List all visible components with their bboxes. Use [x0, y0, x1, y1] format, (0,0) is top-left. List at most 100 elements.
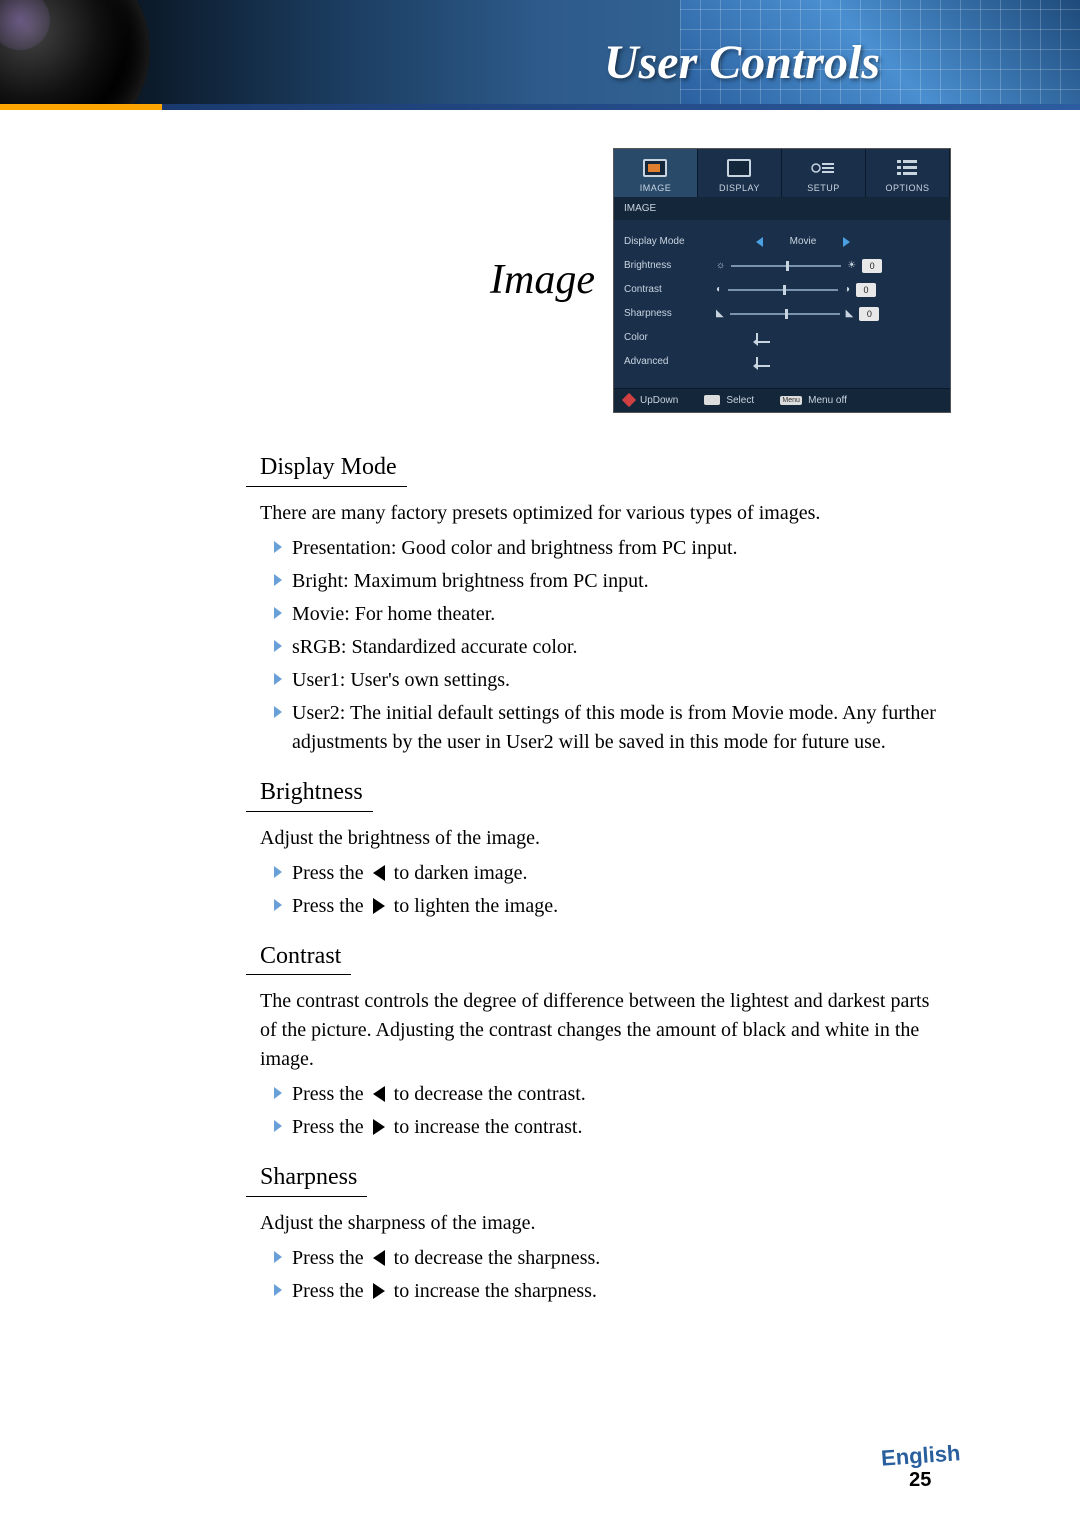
osd-footer: UpDown Select Menu Menu off — [614, 388, 950, 412]
enter-key-icon — [704, 395, 720, 405]
display-icon — [727, 159, 751, 177]
osd-slider[interactable] — [730, 313, 840, 315]
osd-row-brightness[interactable]: Brightness ☼ ☀ 0 — [624, 254, 940, 278]
header-stripe-decor — [0, 104, 1080, 110]
list-item: sRGB: Standardized accurate color. — [274, 633, 950, 662]
osd-row-contrast[interactable]: Contrast ◐ ◑ 0 — [624, 278, 940, 302]
list-text: Press the to lighten the image. — [292, 892, 558, 921]
osd-footer-menuoff: Menu off — [808, 395, 847, 406]
intro-text: There are many factory presets optimized… — [260, 499, 950, 528]
bullet-icon — [274, 574, 282, 586]
arrow-right-icon — [373, 1283, 385, 1299]
list-text: Press the to increase the contrast. — [292, 1113, 582, 1142]
osd-tab-image[interactable]: IMAGE — [614, 149, 698, 197]
list-text: sRGB: Standardized accurate color. — [292, 633, 577, 662]
sharpness-icon: ◣ — [716, 308, 724, 319]
sun-icon: ☼ — [716, 260, 725, 271]
bullet-icon — [274, 607, 282, 619]
osd-tab-display[interactable]: DISPLAY — [698, 149, 782, 197]
osd-num: 0 — [862, 259, 882, 273]
osd-tab-options[interactable]: OPTIONS — [866, 149, 950, 197]
list-text: Presentation: Good color and brightness … — [292, 534, 738, 563]
osd-tabs: IMAGE DISPLAY SETUP OPTIONS — [614, 149, 950, 197]
osd-tab-label: DISPLAY — [698, 183, 781, 193]
bullet-icon — [274, 706, 282, 718]
section-title: Image — [490, 256, 595, 304]
list-item: User2: The initial default settings of t… — [274, 699, 950, 757]
osd-tab-label: IMAGE — [614, 183, 697, 193]
list-text: Press the to darken image. — [292, 859, 528, 888]
image-icon — [643, 159, 667, 177]
list-item: Press the to darken image. — [274, 859, 950, 888]
heading-display-mode: Display Mode — [246, 450, 407, 487]
list-text: Movie: For home theater. — [292, 600, 495, 629]
contrast-icon: ◑ — [844, 284, 850, 295]
list-text: User1: User's own settings. — [292, 666, 510, 695]
osd-slider[interactable] — [728, 289, 838, 291]
list-item: Press the to lighten the image. — [274, 892, 950, 921]
bullet-icon — [274, 673, 282, 685]
osd-footer-updown: UpDown — [640, 395, 678, 406]
list-item: Bright: Maximum brightness from PC input… — [274, 567, 950, 596]
heading-sharpness: Sharpness — [246, 1160, 367, 1197]
bullet-icon — [274, 1120, 282, 1132]
osd-value: Movie — [773, 236, 833, 247]
page-footer: English 25 — [881, 1443, 960, 1492]
list-text: Press the to decrease the contrast. — [292, 1080, 586, 1109]
osd-tab-label: OPTIONS — [866, 183, 949, 193]
updown-icon — [622, 393, 636, 407]
osd-label: Display Mode — [624, 236, 716, 247]
options-icon — [897, 159, 917, 177]
bullet-icon — [274, 866, 282, 878]
intro-text: The contrast controls the degree of diff… — [260, 987, 950, 1074]
osd-label: Contrast — [624, 284, 716, 295]
subsection-contrast: Contrast The contrast controls the degre… — [260, 939, 950, 1143]
list-text: User2: The initial default settings of t… — [292, 699, 950, 757]
language-label: English — [880, 1440, 961, 1471]
arrow-left-icon — [373, 1250, 385, 1266]
bullet-icon — [274, 899, 282, 911]
osd-row-color[interactable]: Color — [624, 326, 940, 350]
arrow-left-icon — [373, 865, 385, 881]
osd-label: Brightness — [624, 260, 716, 271]
osd-submenu-title: IMAGE — [614, 197, 950, 220]
enter-icon — [756, 357, 770, 367]
enter-icon — [756, 333, 770, 343]
list-text: Press the to decrease the sharpness. — [292, 1244, 600, 1273]
osd-label: Sharpness — [624, 308, 716, 319]
page-number: 25 — [881, 1469, 960, 1492]
osd-tab-setup[interactable]: SETUP — [782, 149, 866, 197]
heading-brightness: Brightness — [246, 775, 373, 812]
osd-row-display-mode[interactable]: Display Mode Movie — [624, 230, 940, 254]
list-item: User1: User's own settings. — [274, 666, 950, 695]
osd-label: Color — [624, 332, 716, 343]
arrow-left-icon — [373, 1086, 385, 1102]
sharpness-icon: ◣ — [846, 308, 854, 319]
content-body: Display Mode There are many factory pres… — [260, 450, 950, 1324]
image-section-row: Image IMAGE DISPLAY SETUP OPTIONS IMAGE — [490, 130, 951, 430]
arrow-right-icon[interactable] — [843, 237, 850, 247]
list-item: Press the to decrease the contrast. — [274, 1080, 950, 1109]
list-item: Press the to decrease the sharpness. — [274, 1244, 950, 1273]
osd-menu: IMAGE DISPLAY SETUP OPTIONS IMAGE Displa… — [613, 148, 951, 413]
intro-text: Adjust the brightness of the image. — [260, 824, 950, 853]
osd-row-sharpness[interactable]: Sharpness ◣ ◣ 0 — [624, 302, 940, 326]
bullet-icon — [274, 1284, 282, 1296]
menu-key-icon: Menu — [780, 396, 802, 405]
list-item: Press the to increase the contrast. — [274, 1113, 950, 1142]
bullet-icon — [274, 1087, 282, 1099]
arrow-left-icon[interactable] — [756, 237, 763, 247]
osd-slider[interactable] — [731, 265, 841, 267]
osd-num: 0 — [859, 307, 879, 321]
lens-decor — [0, 0, 150, 110]
osd-num: 0 — [856, 283, 876, 297]
osd-label: Advanced — [624, 356, 716, 367]
subsection-display-mode: Display Mode There are many factory pres… — [260, 450, 950, 757]
bullet-icon — [274, 541, 282, 553]
bullet-icon — [274, 640, 282, 652]
osd-footer-select: Select — [726, 395, 754, 406]
bullet-icon — [274, 1251, 282, 1263]
osd-row-advanced[interactable]: Advanced — [624, 350, 940, 374]
subsection-sharpness: Sharpness Adjust the sharpness of the im… — [260, 1160, 950, 1306]
list-item: Movie: For home theater. — [274, 600, 950, 629]
